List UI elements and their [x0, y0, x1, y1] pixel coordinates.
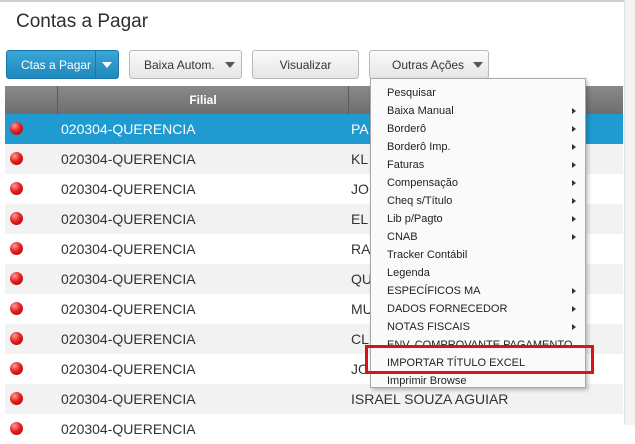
filial-cell: 020304-QUERENCIA — [61, 211, 196, 227]
status-dot-icon — [10, 212, 23, 225]
name-cell: RA — [351, 241, 371, 257]
menu-item[interactable]: Borderô — [371, 120, 585, 138]
menu-item[interactable]: Baixa Manual — [371, 102, 585, 120]
filial-cell: 020304-QUERENCIA — [61, 331, 196, 347]
menu-item[interactable]: Imprimir Browse — [371, 372, 585, 390]
menu-item-label: Cheq s/Título — [387, 195, 453, 207]
filial-cell: 020304-QUERENCIA — [61, 151, 196, 167]
status-dot-icon — [10, 422, 23, 435]
name-cell: ISRAEL SOUZA AGUIAR — [351, 391, 509, 407]
name-cell: KL — [351, 151, 369, 167]
filial-cell: 020304-QUERENCIA — [61, 181, 196, 197]
submenu-arrow-icon — [572, 306, 576, 312]
filial-cell: 020304-QUERENCIA — [61, 301, 196, 317]
status-dot-icon — [10, 362, 23, 375]
menu-item-label: Legenda — [387, 267, 430, 279]
menu-item-label: Borderô — [387, 123, 427, 135]
menu-item-label: Baixa Manual — [387, 105, 454, 117]
filial-cell: 020304-QUERENCIA — [61, 121, 196, 137]
ctas-a-pagar-button[interactable]: Ctas a Pagar — [6, 50, 119, 79]
menu-item-label: CNAB — [387, 231, 418, 243]
filial-cell: 020304-QUERENCIA — [61, 391, 196, 407]
menu-item[interactable]: NOTAS FISCAIS — [371, 318, 585, 336]
submenu-arrow-icon — [572, 162, 576, 168]
menu-item[interactable]: Lib p/Pagto — [371, 210, 585, 228]
vertical-scrollbar[interactable] — [624, 0, 635, 425]
chevron-down-icon[interactable] — [102, 62, 112, 68]
status-column-header[interactable] — [5, 86, 58, 114]
menu-item[interactable]: ESPECÍFICOS MA — [371, 282, 585, 300]
submenu-arrow-icon — [572, 108, 576, 114]
name-cell: EL — [351, 211, 369, 227]
menu-item[interactable]: CNAB — [371, 228, 585, 246]
menu-item-label: NOTAS FISCAIS — [387, 321, 470, 333]
chevron-down-icon[interactable] — [473, 62, 483, 68]
visualizar-button[interactable]: Visualizar — [252, 50, 359, 79]
status-dot-icon — [10, 302, 23, 315]
menu-item[interactable]: Compensação — [371, 174, 585, 192]
filial-cell: 020304-QUERENCIA — [61, 271, 196, 287]
button-separator — [95, 51, 96, 78]
submenu-arrow-icon — [572, 126, 576, 132]
menu-item[interactable]: Pesquisar — [371, 84, 585, 102]
submenu-arrow-icon — [572, 324, 576, 330]
outras-acoes-label: Outras Ações — [392, 57, 465, 72]
submenu-arrow-icon — [572, 144, 576, 150]
name-cell: PA — [351, 121, 369, 137]
menu-item-label: DADOS FORNECEDOR — [387, 303, 508, 315]
status-dot-icon — [10, 392, 23, 405]
menu-item-label: Faturas — [387, 159, 425, 171]
submenu-arrow-icon — [572, 288, 576, 294]
filial-cell: 020304-QUERENCIA — [61, 421, 196, 437]
status-dot-icon — [10, 272, 23, 285]
menu-item-label: Imprimir Browse — [387, 375, 467, 387]
submenu-arrow-icon — [572, 216, 576, 222]
menu-item[interactable]: Cheq s/Título — [371, 192, 585, 210]
status-dot-icon — [10, 242, 23, 255]
chevron-down-icon[interactable] — [225, 62, 235, 68]
submenu-arrow-icon — [572, 198, 576, 204]
status-dot-icon — [10, 332, 23, 345]
filial-cell: 020304-QUERENCIA — [61, 361, 196, 377]
status-dot-icon — [10, 182, 23, 195]
filial-column-header[interactable]: Filial — [58, 86, 349, 114]
visualizar-label: Visualizar — [279, 57, 332, 72]
status-dot-icon — [10, 152, 23, 165]
menu-item[interactable]: Legenda — [371, 264, 585, 282]
baixa-autom-button[interactable]: Baixa Autom. — [129, 50, 242, 79]
menu-item-label: Lib p/Pagto — [387, 213, 443, 225]
outras-acoes-menu: Pesquisar Baixa Manual Borderô Borderô Imp.… — [370, 78, 586, 388]
outras-acoes-button[interactable]: Outras Ações — [369, 50, 489, 79]
menu-item[interactable]: DADOS FORNECEDOR — [371, 300, 585, 318]
filial-cell: 020304-QUERENCIA — [61, 241, 196, 257]
menu-item-label: Pesquisar — [387, 87, 436, 99]
status-dot-icon — [10, 122, 23, 135]
menu-item-label: Borderô Imp. — [387, 141, 451, 153]
highlight-box — [365, 345, 594, 374]
menu-item-label: ESPECÍFICOS MA — [387, 285, 481, 297]
menu-item[interactable]: Borderô Imp. — [371, 138, 585, 156]
menu-item-label: Compensação — [387, 177, 458, 189]
menu-item[interactable]: Faturas — [371, 156, 585, 174]
page-title: Contas a Pagar — [16, 11, 149, 32]
menu-item[interactable]: Tracker Contábil — [371, 246, 585, 264]
baixa-autom-label: Baixa Autom. — [144, 57, 215, 72]
menu-item-label: Tracker Contábil — [387, 249, 468, 261]
submenu-arrow-icon — [572, 234, 576, 240]
table-row[interactable]: 020304-QUERENCIA — [5, 414, 623, 444]
name-cell: JO — [351, 181, 369, 197]
top-border — [0, 0, 635, 2]
ctas-a-pagar-label: Ctas a Pagar — [21, 57, 92, 72]
submenu-arrow-icon — [572, 180, 576, 186]
name-cell: QU — [351, 271, 372, 287]
